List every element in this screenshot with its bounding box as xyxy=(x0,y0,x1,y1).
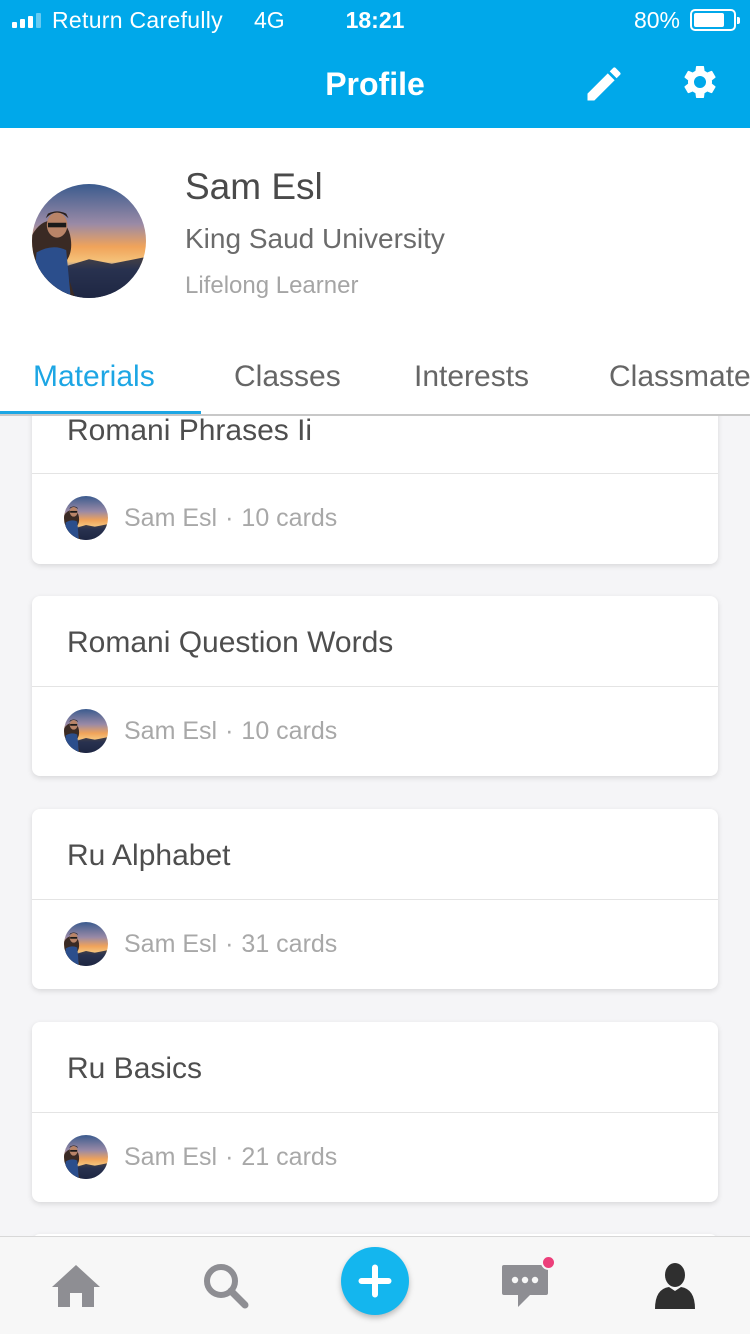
material-author: Sam Esl xyxy=(124,1143,218,1171)
notification-badge xyxy=(541,1255,556,1270)
plus-icon xyxy=(358,1264,392,1298)
author-avatar xyxy=(64,1135,108,1179)
card-divider xyxy=(32,1112,718,1113)
person-icon[interactable] xyxy=(651,1261,699,1309)
meta-separator: · xyxy=(225,504,234,532)
material-card-count: 10 cards xyxy=(241,717,338,745)
meta-separator: · xyxy=(225,930,234,958)
home-icon[interactable] xyxy=(50,1263,102,1309)
material-author: Sam Esl xyxy=(124,717,218,745)
material-card-count: 21 cards xyxy=(241,1143,338,1171)
battery-fill xyxy=(694,13,724,27)
material-title: Romani Phrases Ii xyxy=(67,416,313,447)
gear-icon[interactable] xyxy=(680,62,720,102)
material-card[interactable]: Ru Basics Sam Esl · 21 cards xyxy=(32,1022,718,1202)
profile-section: Sam Esl King Saud University Lifelong Le… xyxy=(0,128,750,334)
profile-tabs: Materials Classes Interests Classmates xyxy=(0,334,750,416)
profile-school: King Saud University xyxy=(185,223,445,254)
material-card-count: 31 cards xyxy=(241,930,338,958)
profile-name: Sam Esl xyxy=(185,166,323,207)
card-divider xyxy=(32,899,718,900)
author-avatar xyxy=(64,496,108,540)
material-meta: Sam Esl · 10 cards xyxy=(124,504,337,533)
material-meta: Sam Esl · 31 cards xyxy=(124,930,337,959)
material-title: Ru Basics xyxy=(67,1052,203,1085)
profile-role: Lifelong Learner xyxy=(185,272,359,299)
app-header: Return Carefully 4G 18:21 80% Profile xyxy=(0,0,750,128)
author-avatar xyxy=(64,922,108,966)
tab-interests[interactable]: Interests xyxy=(414,360,529,394)
material-card-count: 10 cards xyxy=(241,504,338,532)
tab-classes[interactable]: Classes xyxy=(234,360,341,394)
tab-materials[interactable]: Materials xyxy=(33,360,155,394)
material-card[interactable]: Ru Alphabet Sam Esl · 31 cards xyxy=(32,809,718,989)
author-avatar xyxy=(64,709,108,753)
material-meta: Sam Esl · 21 cards xyxy=(124,1143,337,1172)
card-divider xyxy=(32,686,718,687)
page-title: Profile xyxy=(325,66,425,102)
materials-list[interactable]: Romani Phrases Ii Sam Esl · 10 cards Roman… xyxy=(0,416,750,1236)
battery-icon xyxy=(690,9,740,31)
battery-percent: 80% xyxy=(633,7,680,33)
tab-classmates[interactable]: Classmates xyxy=(609,360,750,394)
material-title: Ru Alphabet xyxy=(67,839,231,872)
material-card[interactable]: Romani Question Words Sam Esl · 10 cards xyxy=(32,596,718,776)
search-icon[interactable] xyxy=(201,1261,249,1309)
bottom-tab-bar xyxy=(0,1236,750,1334)
material-title: Romani Question Words xyxy=(67,626,394,659)
meta-separator: · xyxy=(225,1143,234,1171)
edit-icon[interactable] xyxy=(582,62,626,106)
material-card[interactable]: Romani Phrases Ii Sam Esl · 10 cards xyxy=(32,416,718,564)
meta-separator: · xyxy=(225,717,234,745)
active-tab-indicator xyxy=(0,411,201,414)
chat-icon[interactable] xyxy=(500,1263,550,1309)
status-bar: Return Carefully 4G 18:21 80% xyxy=(0,0,750,40)
add-button[interactable] xyxy=(341,1247,409,1315)
material-author: Sam Esl xyxy=(124,504,218,532)
avatar[interactable] xyxy=(32,184,146,298)
material-meta: Sam Esl · 10 cards xyxy=(124,717,337,746)
material-author: Sam Esl xyxy=(124,930,218,958)
card-divider xyxy=(32,473,718,474)
